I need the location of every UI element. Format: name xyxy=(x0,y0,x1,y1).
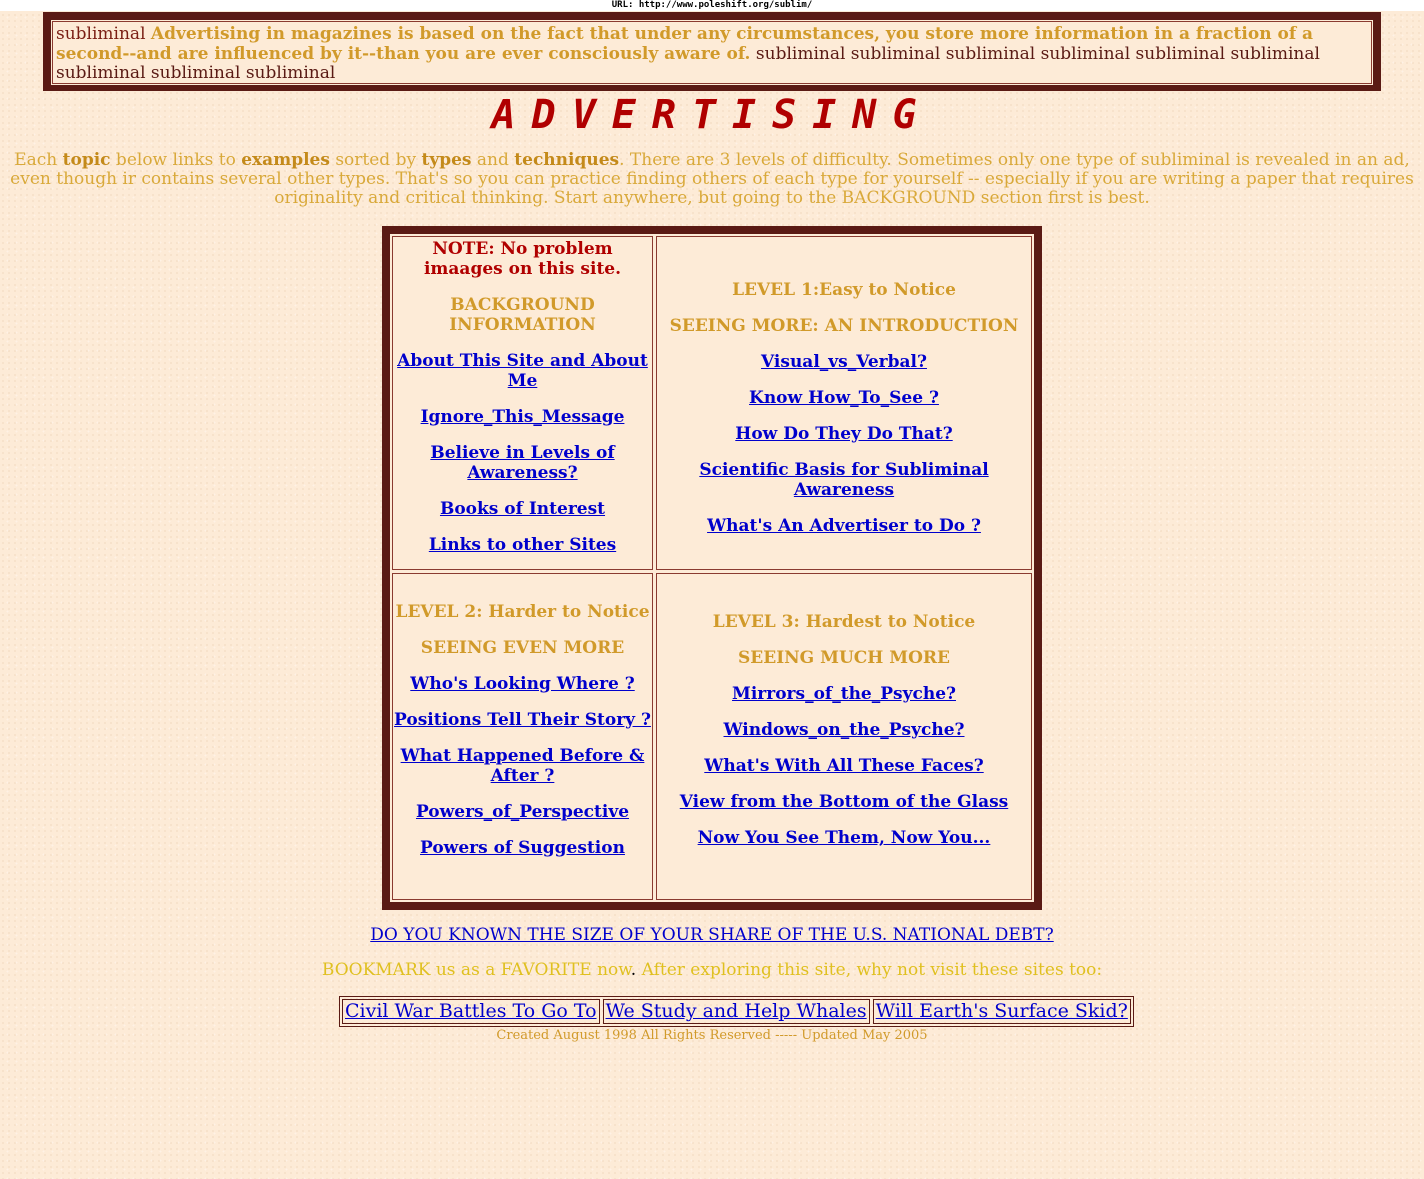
bookmark-line: BOOKMARK us as a FAVORITE now. After exp… xyxy=(0,961,1424,980)
debt-line: DO YOU KNOWN THE SIZE OF YOUR SHARE OF T… xyxy=(0,926,1424,945)
link-national-debt[interactable]: DO YOU KNOWN THE SIZE OF YOUR SHARE OF T… xyxy=(370,925,1053,945)
site-cell: We Study and Help Whales xyxy=(602,999,870,1024)
level2-cell: LEVEL 2: Harder to Notice SEEING EVEN MO… xyxy=(392,573,653,900)
intro-paragraph: Each topic below links to examples sorte… xyxy=(8,151,1416,208)
level1-cell: LEVEL 1:Easy to Notice SEEING MORE: AN I… xyxy=(656,236,1032,570)
link-whales[interactable]: We Study and Help Whales xyxy=(606,1000,867,1022)
site-cell: Will Earth's Surface Skid? xyxy=(872,999,1131,1024)
intro-topic: topic xyxy=(62,150,111,170)
intro-text: sorted by xyxy=(329,150,422,170)
page-title: ADVERTISING xyxy=(491,92,933,138)
link-bottom-glass[interactable]: View from the Bottom of the Glass xyxy=(680,792,1009,812)
link-suggestion[interactable]: Powers of Suggestion xyxy=(420,838,625,858)
bookmark-text: BOOKMARK us as a FAVORITE now xyxy=(321,960,631,980)
banner-lead: subliminal xyxy=(56,24,146,44)
level3-cell: LEVEL 3: Hardest to Notice SEEING MUCH M… xyxy=(656,573,1032,900)
link-how-do-they[interactable]: How Do They Do That? xyxy=(735,424,952,444)
link-advertiser-do[interactable]: What's An Advertiser to Do ? xyxy=(707,516,981,536)
link-civil-war[interactable]: Civil War Battles To Go To xyxy=(345,1000,597,1022)
link-scientific-basis[interactable]: Scientific Basis for Subliminal Awarenes… xyxy=(699,460,988,500)
link-know-how-to-see[interactable]: Know How_To_See ? xyxy=(749,388,939,408)
link-positions[interactable]: Positions Tell Their Story ? xyxy=(394,710,651,730)
url-label: URL: http://www.poleshift.org/sublim/ xyxy=(0,0,1424,11)
intro-examples: examples xyxy=(241,150,330,170)
link-windows-psyche[interactable]: Windows_on_the_Psyche? xyxy=(724,720,965,740)
link-now-you-see[interactable]: Now You See Them, Now You... xyxy=(698,828,991,848)
link-ignore-message[interactable]: Ignore_This_Message xyxy=(421,407,625,427)
background-cell: NOTE: No problem imaages on this site. B… xyxy=(392,236,653,570)
intro-text: below links to xyxy=(110,150,242,170)
link-perspective[interactable]: Powers_of_Perspective xyxy=(416,802,629,822)
link-other-sites[interactable]: Links to other Sites xyxy=(429,535,616,555)
link-about-site[interactable]: About This Site and About Me xyxy=(397,351,648,391)
level1-heading: LEVEL 1:Easy to Notice xyxy=(732,280,956,300)
link-before-after[interactable]: What Happened Before & After ? xyxy=(401,746,645,786)
banner-box: subliminal Advertising in magazines is b… xyxy=(43,12,1381,91)
bookmark-after: After exploring this site, why not visit… xyxy=(636,960,1103,980)
link-levels-awareness[interactable]: Believe in Levels of Awareness? xyxy=(430,443,614,483)
background-heading: BACKGROUND INFORMATION xyxy=(449,295,596,335)
intro-text: Each xyxy=(14,150,63,170)
note-text: NOTE: No problem imaages on this site. xyxy=(423,239,622,279)
link-mirrors-psyche[interactable]: Mirrors_of_the_Psyche? xyxy=(732,684,956,704)
sister-sites-table: Civil War Battles To Go To We Study and … xyxy=(339,996,1134,1027)
level3-subheading: SEEING MUCH MORE xyxy=(738,648,950,668)
link-visual-verbal[interactable]: Visual_vs_Verbal? xyxy=(761,352,927,372)
level3-heading: LEVEL 3: Hardest to Notice xyxy=(712,612,976,632)
topics-table: NOTE: No problem imaages on this site. B… xyxy=(382,226,1042,910)
link-faces[interactable]: What's With All These Faces? xyxy=(704,756,983,776)
level2-subheading: SEEING EVEN MORE xyxy=(420,638,625,658)
intro-text: and xyxy=(471,150,515,170)
site-cell: Civil War Battles To Go To xyxy=(342,999,600,1024)
link-whos-looking[interactable]: Who's Looking Where ? xyxy=(410,674,634,694)
link-earth-skid[interactable]: Will Earth's Surface Skid? xyxy=(876,1000,1128,1022)
banner-text: subliminal Advertising in magazines is b… xyxy=(52,21,1372,84)
level1-subheading: SEEING MORE: AN INTRODUCTION xyxy=(669,316,1019,336)
link-books[interactable]: Books of Interest xyxy=(440,499,605,519)
intro-techniques: techniques xyxy=(514,150,620,170)
intro-types: types xyxy=(421,150,472,170)
level2-heading: LEVEL 2: Harder to Notice xyxy=(395,602,650,622)
footer-text: Created August 1998 All Rights Reserved … xyxy=(496,1028,928,1043)
